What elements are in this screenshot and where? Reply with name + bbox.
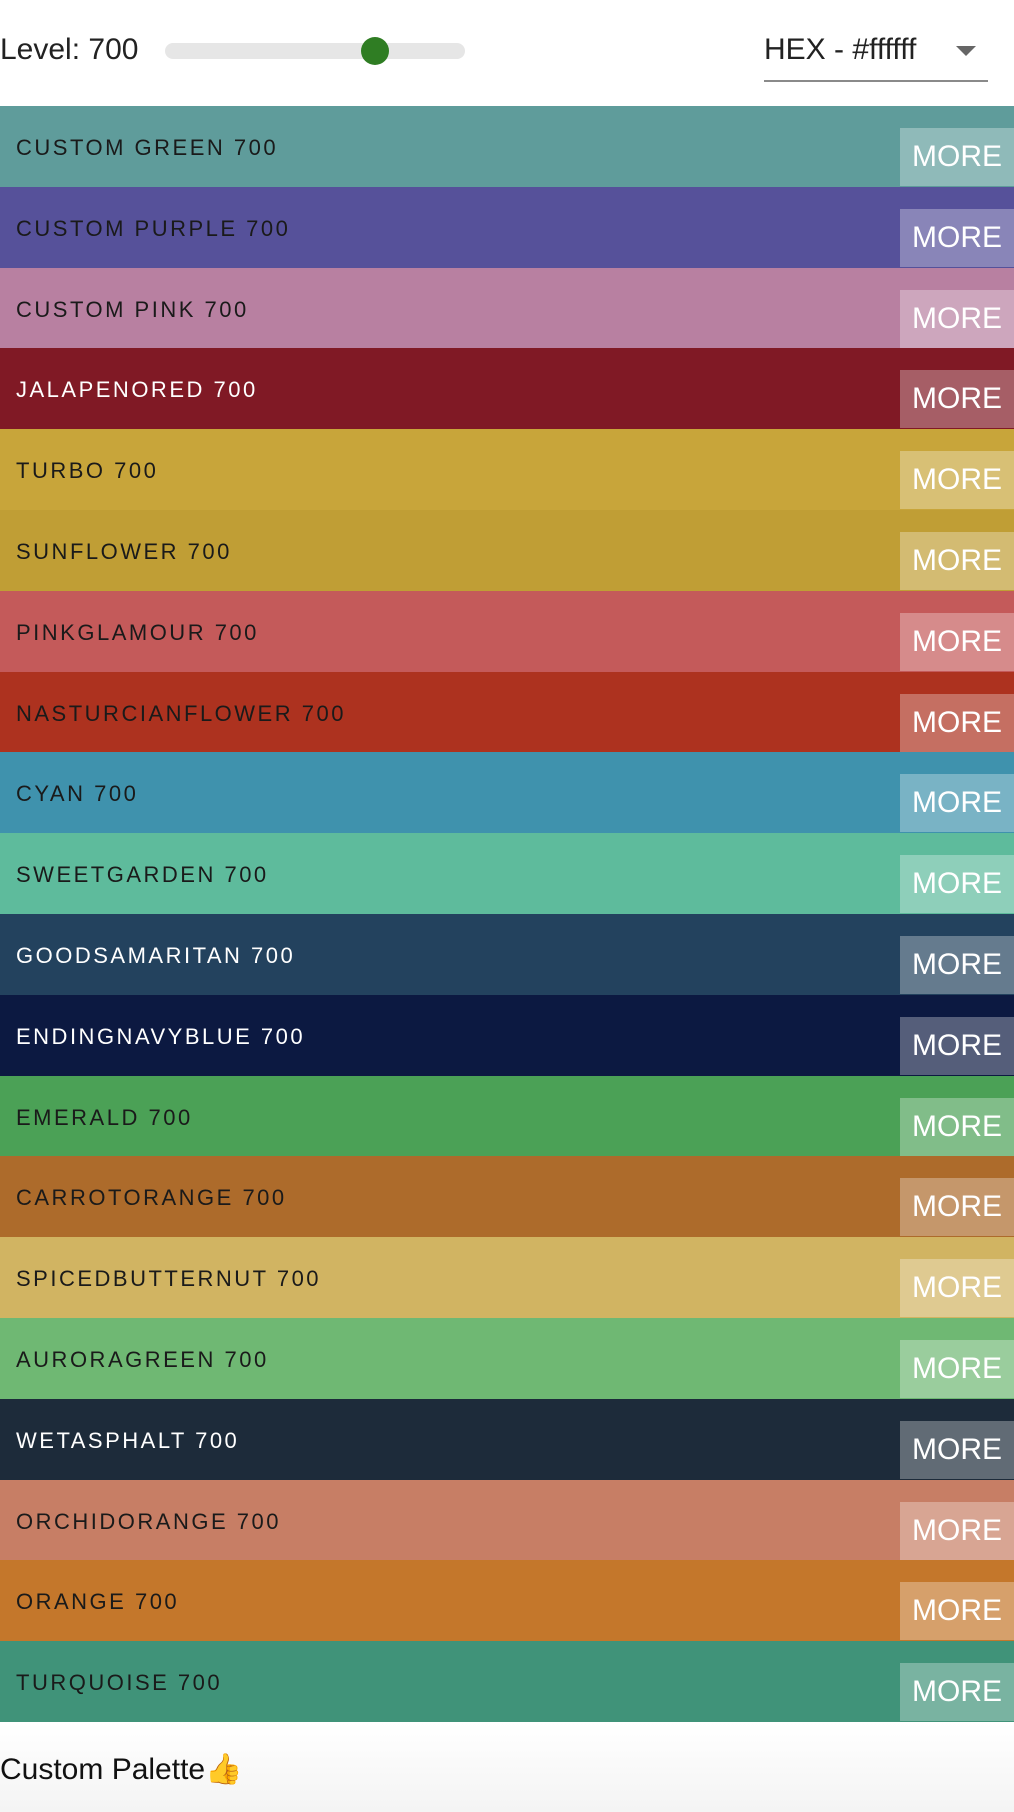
more-button[interactable]: MORE — [900, 531, 1014, 590]
more-button[interactable]: MORE — [900, 1339, 1014, 1398]
more-button[interactable]: MORE — [900, 208, 1014, 267]
more-button[interactable]: MORE — [900, 612, 1014, 671]
level-slider[interactable] — [165, 37, 465, 65]
palette-color-list: CUSTOM GREEN 700 MORE CUSTOM PURPLE 700 MOR… — [0, 106, 1014, 1722]
color-box[interactable]: CUSTOM GREEN 700 MORE — [0, 106, 1014, 187]
color-name: ORANGE 700 — [16, 1589, 180, 1615]
color-box[interactable]: TURBO 700 MORE — [0, 429, 1014, 510]
more-button[interactable]: MORE — [900, 451, 1014, 510]
more-button[interactable]: MORE — [900, 370, 1014, 429]
color-box[interactable]: SUNFLOWER 700 MORE — [0, 509, 1014, 591]
color-name: ENDINGNAVYBLUE 700 — [16, 1023, 306, 1049]
color-box[interactable]: ENDINGNAVYBLUE 700 MORE — [0, 994, 1014, 1076]
more-button[interactable]: MORE — [900, 128, 1014, 186]
more-button[interactable]: MORE — [900, 1097, 1014, 1156]
color-box[interactable]: TURQUOISE 700 MORE — [0, 1641, 1014, 1722]
color-name: NASTURCIANFLOWER 700 — [16, 700, 346, 726]
more-button[interactable]: MORE — [900, 1501, 1014, 1560]
color-name: CYAN 700 — [16, 781, 139, 807]
slider-thumb[interactable] — [361, 37, 389, 65]
navbar: Level: 700 HEX - #ffffff — [0, 0, 1014, 106]
color-box[interactable]: WETASPHALT 700 MORE — [0, 1398, 1014, 1480]
more-button[interactable]: MORE — [900, 1259, 1014, 1318]
color-name: JALAPENORED 700 — [16, 377, 258, 403]
color-box[interactable]: EMERALD 700 MORE — [0, 1075, 1014, 1157]
color-name: GOODSAMARITAN 700 — [16, 942, 296, 968]
palette-footer: Custom Palette👍 — [0, 1722, 1014, 1812]
color-name: AURORAGREEN 700 — [16, 1346, 269, 1372]
color-box[interactable]: ORANGE 700 MORE — [0, 1560, 1014, 1642]
more-button[interactable]: MORE — [900, 1663, 1014, 1722]
color-name: SUNFLOWER 700 — [16, 538, 232, 564]
color-name: PINKGLAMOUR 700 — [16, 619, 259, 645]
color-box[interactable]: SPICEDBUTTERNUT 700 MORE — [0, 1237, 1014, 1318]
color-box[interactable]: CYAN 700 MORE — [0, 752, 1014, 834]
more-button[interactable]: MORE — [900, 289, 1014, 348]
color-name: ORCHIDORANGE 700 — [16, 1508, 281, 1534]
more-button[interactable]: MORE — [900, 855, 1014, 914]
color-box[interactable]: SWEETGARDEN 700 MORE — [0, 833, 1014, 914]
color-name: TURQUOISE 700 — [16, 1670, 223, 1696]
color-box[interactable]: CUSTOM PINK 700 MORE — [0, 267, 1014, 349]
chevron-down-icon — [956, 46, 976, 56]
color-box[interactable]: AURORAGREEN 700 MORE — [0, 1317, 1014, 1399]
color-box[interactable]: ORCHIDORANGE 700 MORE — [0, 1479, 1014, 1561]
color-name: EMERALD 700 — [16, 1104, 193, 1130]
color-name: SPICEDBUTTERNUT 700 — [16, 1266, 322, 1292]
color-name: TURBO 700 — [16, 458, 159, 484]
color-name: CARROTORANGE 700 — [16, 1185, 287, 1211]
color-name: SWEETGARDEN 700 — [16, 862, 269, 888]
color-format-select[interactable]: HEX - #ffffff — [764, 26, 988, 82]
color-name: CUSTOM GREEN 700 — [16, 135, 279, 160]
more-button[interactable]: MORE — [900, 693, 1014, 752]
color-box[interactable]: JALAPENORED 700 MORE — [0, 348, 1014, 430]
more-button[interactable]: MORE — [900, 1016, 1014, 1075]
color-box[interactable]: GOODSAMARITAN 700 MORE — [0, 913, 1014, 995]
more-button[interactable]: MORE — [900, 1178, 1014, 1237]
color-name: CUSTOM PINK 700 — [16, 296, 249, 322]
more-button[interactable]: MORE — [900, 1420, 1014, 1479]
color-box[interactable]: CUSTOM PURPLE 700 MORE — [0, 186, 1014, 268]
color-name: CUSTOM PURPLE 700 — [16, 215, 291, 241]
color-box[interactable]: PINKGLAMOUR 700 MORE — [0, 590, 1014, 672]
color-box[interactable]: CARROTORANGE 700 MORE — [0, 1156, 1014, 1238]
level-label: Level: 700 — [0, 33, 139, 66]
palette-name: Custom Palette👍 — [0, 1753, 243, 1786]
color-format-value: HEX - #ffffff — [764, 33, 917, 66]
color-name: WETASPHALT 700 — [16, 1427, 240, 1453]
more-button[interactable]: MORE — [900, 1582, 1014, 1641]
more-button[interactable]: MORE — [900, 935, 1014, 994]
color-box[interactable]: NASTURCIANFLOWER 700 MORE — [0, 671, 1014, 753]
more-button[interactable]: MORE — [900, 774, 1014, 833]
